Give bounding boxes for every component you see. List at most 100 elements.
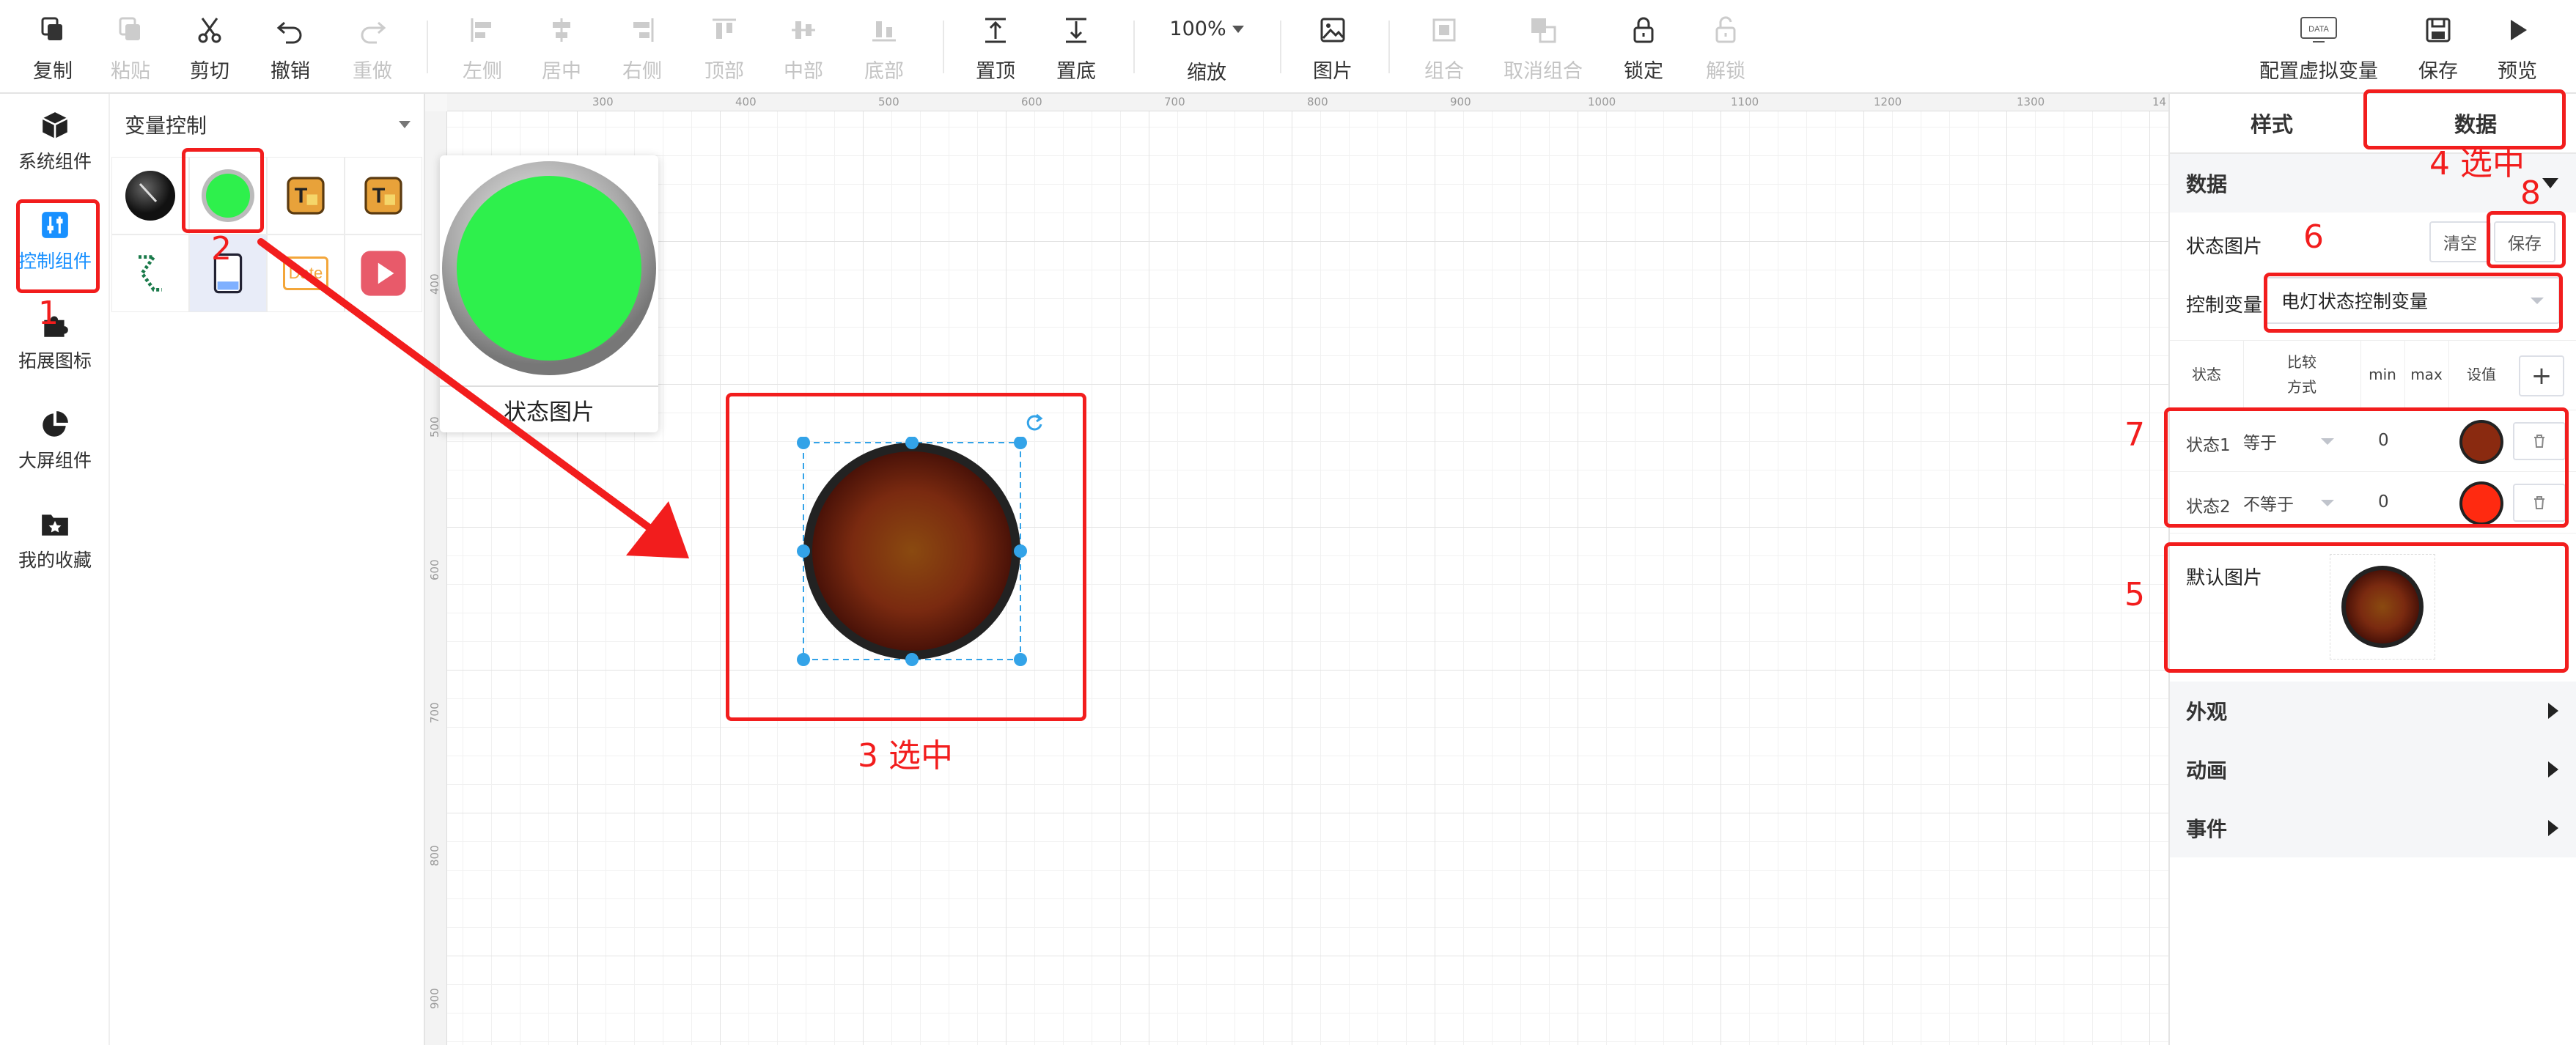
resize-handle[interactable] bbox=[1014, 544, 1027, 558]
state-name: 状态1 bbox=[2186, 436, 2231, 455]
preview-label: 预览 bbox=[2498, 60, 2537, 83]
tab-style[interactable]: 样式 bbox=[2170, 94, 2374, 152]
resize-handle[interactable] bbox=[1014, 653, 1027, 666]
resize-handle[interactable] bbox=[905, 653, 919, 666]
resize-handle[interactable] bbox=[797, 653, 810, 666]
min-value[interactable]: 0 bbox=[2378, 492, 2389, 512]
undo-button[interactable]: 撤销 bbox=[267, 10, 314, 84]
component-knob[interactable] bbox=[111, 157, 189, 235]
component-category-select[interactable]: 变量控制 bbox=[125, 107, 411, 142]
image-button[interactable]: 图片 bbox=[1309, 10, 1356, 84]
nav-dashboard-components[interactable]: 大屏组件 bbox=[0, 396, 110, 485]
compare-select[interactable]: 不等于 bbox=[2243, 488, 2334, 517]
component-pipe[interactable] bbox=[111, 235, 189, 312]
cube-icon bbox=[39, 109, 71, 141]
ruler-label: 600 bbox=[1021, 95, 1042, 108]
chevron-down-icon bbox=[2321, 437, 2334, 445]
lock-button[interactable]: 锁定 bbox=[1620, 10, 1667, 84]
toolbar-separator bbox=[1388, 21, 1390, 73]
nav-extended-icons[interactable]: 拓展图标 bbox=[0, 296, 110, 385]
th-min: min bbox=[2369, 366, 2396, 383]
align-top-icon bbox=[707, 15, 742, 45]
virtual-variable-button[interactable]: DATA 配置虚拟变量 bbox=[2253, 10, 2384, 84]
resize-handle[interactable] bbox=[1014, 437, 1027, 449]
ungroup-button[interactable]: 取消组合 bbox=[1503, 10, 1583, 84]
paste-button[interactable]: 粘贴 bbox=[107, 10, 154, 84]
zoom-value[interactable]: 100% bbox=[1169, 18, 1244, 40]
send-back-button[interactable]: 置底 bbox=[1053, 10, 1100, 84]
ruler-label: 300 bbox=[592, 95, 614, 108]
section-animation-header[interactable]: 动画 bbox=[2170, 740, 2576, 799]
resize-handle[interactable] bbox=[797, 544, 810, 558]
tab-data[interactable]: 数据 bbox=[2374, 94, 2576, 152]
align-right-button[interactable]: 右侧 bbox=[619, 10, 666, 84]
section-events-header[interactable]: 事件 bbox=[2170, 799, 2576, 857]
section-appearance-header[interactable]: 外观 bbox=[2170, 682, 2576, 740]
align-bottom-icon bbox=[866, 15, 902, 45]
state-color-swatch[interactable] bbox=[2457, 479, 2506, 528]
align-top-button[interactable]: 顶部 bbox=[701, 10, 748, 84]
section-data-header[interactable]: 数据 bbox=[2170, 154, 2576, 213]
resize-handle[interactable] bbox=[797, 437, 810, 449]
clear-button[interactable]: 清空 bbox=[2429, 221, 2491, 262]
unlock-button[interactable]: 解锁 bbox=[1702, 10, 1749, 84]
component-state-image[interactable] bbox=[189, 157, 267, 235]
default-image-upload[interactable] bbox=[2330, 554, 2435, 660]
preview-button[interactable]: 预览 bbox=[2494, 10, 2541, 84]
align-bottom-button[interactable]: 底部 bbox=[861, 10, 908, 84]
selected-light-component[interactable] bbox=[792, 437, 1034, 679]
delete-state-button[interactable] bbox=[2513, 422, 2566, 460]
nav-control-components[interactable]: 控制组件 bbox=[0, 196, 110, 286]
th-compare-2: 方式 bbox=[2287, 378, 2316, 396]
nav-label: 拓展图标 bbox=[18, 350, 92, 372]
control-variable-select[interactable]: 电灯状态控制变量 bbox=[2265, 277, 2560, 324]
align-left-button[interactable]: 左侧 bbox=[459, 10, 506, 84]
min-value[interactable]: 0 bbox=[2378, 431, 2389, 450]
editor-app: 复制 粘贴 剪切 撤销 重做 左侧 居中 右侧 顶部 中部 底部 置顶 置底 1… bbox=[0, 0, 2576, 1045]
state-save-button[interactable]: 保存 bbox=[2494, 221, 2555, 262]
caret-right-icon bbox=[2548, 703, 2558, 719]
chevron-down-icon bbox=[2321, 499, 2334, 506]
align-center-button[interactable]: 居中 bbox=[538, 10, 585, 84]
default-light-image bbox=[2341, 566, 2424, 648]
text-box-icon: T bbox=[287, 177, 325, 215]
component-text-box-alt[interactable]: T bbox=[345, 157, 422, 235]
pie-chart-icon bbox=[39, 408, 71, 440]
puzzle-icon bbox=[39, 309, 71, 341]
redo-label: 重做 bbox=[353, 60, 392, 83]
cut-button[interactable]: 剪切 bbox=[186, 10, 233, 84]
zoom-control[interactable]: 100% 缩放 bbox=[1169, 10, 1244, 84]
bring-front-button[interactable]: 置顶 bbox=[972, 10, 1019, 84]
save-button[interactable]: 保存 bbox=[2415, 10, 2462, 84]
state-color-swatch[interactable] bbox=[2457, 418, 2506, 466]
copy-button[interactable]: 复制 bbox=[29, 10, 76, 84]
play-icon bbox=[2500, 15, 2535, 45]
align-right-icon bbox=[625, 15, 660, 45]
redo-button[interactable]: 重做 bbox=[349, 10, 396, 84]
nav-system-components[interactable]: 系统组件 bbox=[0, 97, 110, 186]
toolbar-separator bbox=[427, 21, 428, 73]
trash-icon bbox=[2534, 435, 2544, 448]
properties-tabs: 样式 数据 bbox=[2170, 94, 2576, 154]
text-box-icon: T bbox=[364, 177, 402, 215]
rotate-icon[interactable] bbox=[1023, 412, 1045, 434]
group-label: 组合 bbox=[1424, 60, 1464, 83]
align-middle-button[interactable]: 中部 bbox=[780, 10, 827, 84]
paste-label: 粘贴 bbox=[111, 60, 150, 83]
paste-icon bbox=[113, 15, 148, 45]
nav-my-favorites[interactable]: 我的收藏 bbox=[0, 495, 110, 585]
component-tank[interactable] bbox=[189, 235, 267, 312]
compare-select[interactable]: 等于 bbox=[2243, 427, 2334, 456]
component-category-title: 变量控制 bbox=[125, 114, 207, 138]
state-table-header: 状态 比较 方式 min max 设值 + bbox=[2170, 340, 2576, 411]
zoom-value-text: 100% bbox=[1169, 18, 1226, 40]
ruler-label: 1100 bbox=[1731, 95, 1759, 108]
chevron-down-icon bbox=[2531, 297, 2544, 304]
add-state-button[interactable]: + bbox=[2519, 355, 2564, 396]
lock-label: 锁定 bbox=[1624, 60, 1663, 83]
group-button[interactable]: 组合 bbox=[1421, 10, 1468, 84]
control-variable-label: 控制变量 bbox=[2186, 295, 2263, 317]
delete-state-button[interactable] bbox=[2513, 484, 2566, 522]
component-text-box[interactable]: T bbox=[267, 157, 345, 235]
send-back-label: 置底 bbox=[1056, 60, 1096, 83]
